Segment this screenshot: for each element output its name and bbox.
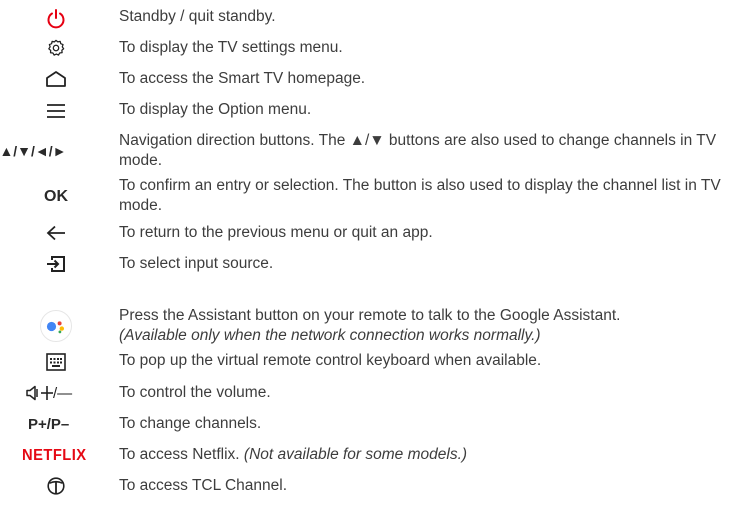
home-icon <box>0 68 112 90</box>
entry-text: To display the TV settings menu. <box>119 39 343 56</box>
navigation-arrows-icon: ▲/▼/◄/► <box>0 139 78 163</box>
entry-text: To display the Option menu. <box>119 101 312 118</box>
entry-text: To access the Smart TV homepage. <box>119 70 366 87</box>
entry-text: To access TCL Channel. <box>119 477 288 494</box>
ok-label: OK <box>44 188 68 205</box>
netflix-note: (Not available for some models.) <box>243 446 468 463</box>
volume-label: /— <box>53 384 73 402</box>
netflix-text: To access Netflix. <box>119 446 240 463</box>
volume-icon: /— <box>26 382 86 404</box>
option-menu-icon <box>0 100 112 122</box>
entry-text: To return to the previous menu or quit a… <box>119 224 433 241</box>
assistant-note: (Available only when the network connect… <box>119 327 541 344</box>
netflix-label: NETFLIX <box>22 447 87 464</box>
netflix-logo-icon: NETFLIX <box>22 445 112 467</box>
back-arrow-icon <box>0 222 112 244</box>
power-icon <box>0 7 112 31</box>
input-source-icon <box>0 253 112 275</box>
entry-text: To access Netflix. (Not available for so… <box>119 445 729 465</box>
entry-text: To confirm an entry or selection. The bu… <box>119 177 721 214</box>
assistant-text: Press the Assistant button on your remot… <box>119 307 621 324</box>
entry-text: Standby / quit standby. <box>119 8 276 25</box>
channel-icon: P+/P– <box>28 413 98 435</box>
keyboard-icon <box>0 351 112 373</box>
entry-text: Navigation direction buttons. The ▲/▼ bu… <box>119 132 717 169</box>
entry-text: To control the volume. <box>119 384 271 401</box>
tcl-channel-icon <box>0 475 112 497</box>
entry-text: To change channels. <box>119 415 262 432</box>
navigation-label: ▲/▼/◄/► <box>0 143 67 159</box>
ok-button-icon: OK <box>0 185 112 209</box>
channel-label: P+/P– <box>28 415 70 433</box>
google-assistant-icon <box>0 309 112 343</box>
settings-gear-icon <box>0 37 112 59</box>
entry-text: To pop up the virtual remote control key… <box>119 352 542 369</box>
entry-text: To select input source. <box>119 255 274 272</box>
entry-text: Press the Assistant button on your remot… <box>119 306 729 346</box>
